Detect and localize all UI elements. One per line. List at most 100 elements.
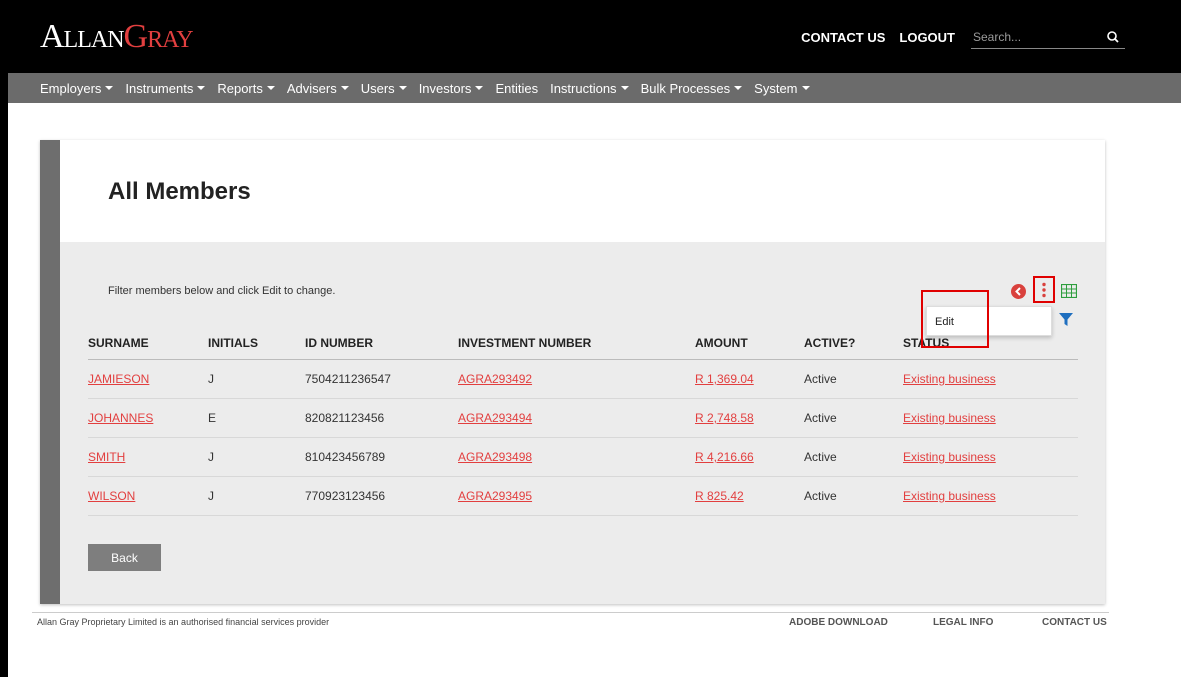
initials-cell: J bbox=[208, 489, 214, 503]
surname-link[interactable]: JOHANNES bbox=[88, 411, 153, 425]
nav-label: System bbox=[754, 80, 798, 96]
status-link[interactable]: Existing business bbox=[903, 450, 996, 464]
filter-icon[interactable] bbox=[1059, 313, 1073, 327]
footer-adobe-download-link[interactable]: ADOBE DOWNLOAD bbox=[789, 617, 888, 628]
active-cell: Active bbox=[804, 411, 837, 425]
caret-down-icon bbox=[398, 86, 407, 90]
header-amount[interactable]: AMOUNT bbox=[695, 336, 804, 350]
caret-down-icon bbox=[105, 86, 114, 90]
active-cell: Active bbox=[804, 489, 837, 503]
back-button[interactable]: Back bbox=[88, 544, 161, 571]
nav-label: Instructions bbox=[550, 80, 617, 96]
active-cell: Active bbox=[804, 372, 837, 386]
caret-down-icon bbox=[734, 86, 743, 90]
nav-investors[interactable]: Investors bbox=[419, 81, 484, 96]
header-initials[interactable]: INITIALS bbox=[208, 336, 305, 350]
caret-down-icon bbox=[801, 86, 810, 90]
footer-divider bbox=[32, 612, 1109, 613]
id-number-cell: 7504211236547 bbox=[305, 372, 391, 386]
amount-link[interactable]: R 1,369.04 bbox=[695, 372, 754, 386]
investment-number-link[interactable]: AGRA293498 bbox=[458, 450, 532, 464]
search-input[interactable] bbox=[971, 29, 1091, 44]
nav-label: Entities bbox=[495, 80, 539, 96]
table-row: JAMIESON J 7504211236547 AGRA293492 R 1,… bbox=[88, 360, 1078, 399]
initials-cell: J bbox=[208, 450, 214, 464]
nav-instruments[interactable]: Instruments bbox=[125, 80, 206, 96]
id-number-cell: 820821123456 bbox=[305, 411, 385, 425]
panel-accent-bar bbox=[40, 140, 60, 604]
nav-users[interactable]: Users bbox=[361, 81, 407, 96]
status-link[interactable]: Existing business bbox=[903, 411, 996, 425]
logout-link[interactable]: LOGOUT bbox=[899, 30, 955, 45]
id-number-cell: 770923123456 bbox=[305, 489, 386, 503]
top-header: AllanGray CONTACT US LOGOUT bbox=[8, 0, 1181, 73]
nav-system[interactable]: System bbox=[754, 80, 810, 96]
investment-number-link[interactable]: AGRA293494 bbox=[458, 411, 532, 425]
table-row: SMITH J 810423456789 AGRA293498 R 4,216.… bbox=[88, 438, 1078, 477]
id-number-cell: 810423456789 bbox=[305, 450, 386, 464]
menu-item-edit[interactable]: Edit bbox=[935, 316, 954, 328]
active-cell: Active bbox=[804, 450, 837, 464]
table-row: WILSON J 770923123456 AGRA293495 R 825.4… bbox=[88, 477, 1078, 516]
page-title: All Members bbox=[108, 178, 251, 205]
nav-label: Reports bbox=[217, 80, 263, 96]
app-window: AllanGray CONTACT US LOGOUT Employers In… bbox=[0, 0, 1181, 677]
surname-link[interactable]: SMITH bbox=[88, 450, 125, 464]
header-id-number[interactable]: ID NUMBER bbox=[305, 336, 458, 350]
amount-link[interactable]: R 2,748.58 bbox=[695, 411, 754, 425]
left-edge bbox=[0, 0, 8, 677]
logo-text-allan: Allan bbox=[40, 18, 125, 55]
header-active[interactable]: ACTIVE? bbox=[804, 336, 903, 350]
nav-label: Users bbox=[360, 80, 395, 96]
caret-down-icon bbox=[475, 86, 484, 90]
caret-down-icon bbox=[197, 86, 206, 90]
search-box bbox=[971, 25, 1125, 49]
contact-us-link[interactable]: CONTACT US bbox=[801, 30, 885, 45]
table-row: JOHANNES E 820821123456 AGRA293494 R 2,7… bbox=[88, 399, 1078, 438]
options-dropdown: Edit bbox=[926, 306, 1052, 336]
investment-number-link[interactable]: AGRA293495 bbox=[458, 489, 532, 503]
search-icon[interactable] bbox=[1105, 29, 1121, 45]
nav-reports[interactable]: Reports bbox=[217, 81, 275, 96]
nav-employers[interactable]: Employers bbox=[40, 80, 114, 96]
status-link[interactable]: Existing business bbox=[903, 372, 996, 386]
footer-contact-us-link[interactable]: CONTACT US bbox=[1042, 617, 1107, 628]
grid-view-icon[interactable] bbox=[1061, 284, 1077, 298]
surname-link[interactable]: JAMIESON bbox=[88, 372, 149, 386]
nav-label: Investors bbox=[418, 80, 472, 96]
nav-advisers[interactable]: Advisers bbox=[287, 81, 349, 96]
caret-down-icon bbox=[340, 86, 349, 90]
nav-bulk-processes[interactable]: Bulk Processes bbox=[641, 81, 743, 96]
header-surname[interactable]: SURNAME bbox=[88, 336, 208, 350]
initials-cell: J bbox=[208, 372, 214, 386]
header-investment-number[interactable]: INVESTMENT NUMBER bbox=[458, 336, 695, 350]
members-table: SURNAME INITIALS ID NUMBER INVESTMENT NU… bbox=[88, 326, 1078, 516]
panel-header: All Members bbox=[60, 140, 1105, 242]
amount-link[interactable]: R 4,216.66 bbox=[695, 450, 754, 464]
allan-gray-logo[interactable]: AllanGray bbox=[40, 18, 194, 55]
more-options-button[interactable] bbox=[1033, 276, 1055, 303]
main-nav: Employers Instruments Reports Advisers U… bbox=[8, 73, 1181, 103]
back-circle-icon[interactable] bbox=[1011, 284, 1026, 299]
footer-legal-info-link[interactable]: LEGAL INFO bbox=[933, 617, 993, 628]
caret-down-icon bbox=[266, 86, 275, 90]
surname-link[interactable]: WILSON bbox=[88, 489, 135, 503]
investment-number-link[interactable]: AGRA293492 bbox=[458, 372, 532, 386]
logo-text-gray: Gray bbox=[123, 18, 194, 55]
members-panel: All Members Filter members below and cli… bbox=[40, 140, 1105, 604]
kebab-menu-icon bbox=[1042, 282, 1046, 297]
initials-cell: E bbox=[208, 411, 217, 425]
nav-entities[interactable]: Entities bbox=[495, 81, 538, 96]
nav-label: Instruments bbox=[125, 80, 194, 96]
filter-instructions: Filter members below and click Edit to c… bbox=[108, 285, 336, 297]
caret-down-icon bbox=[620, 86, 629, 90]
nav-instructions[interactable]: Instructions bbox=[550, 80, 629, 96]
header-status[interactable]: STATUS bbox=[903, 336, 1078, 350]
top-links: CONTACT US LOGOUT bbox=[801, 25, 1125, 49]
nav-label: Employers bbox=[40, 80, 102, 96]
status-link[interactable]: Existing business bbox=[903, 489, 996, 503]
nav-label: Bulk Processes bbox=[640, 80, 731, 96]
amount-link[interactable]: R 825.42 bbox=[695, 489, 744, 503]
footer-disclaimer: Allan Gray Proprietary Limited is an aut… bbox=[37, 617, 330, 627]
nav-label: Advisers bbox=[286, 80, 337, 96]
